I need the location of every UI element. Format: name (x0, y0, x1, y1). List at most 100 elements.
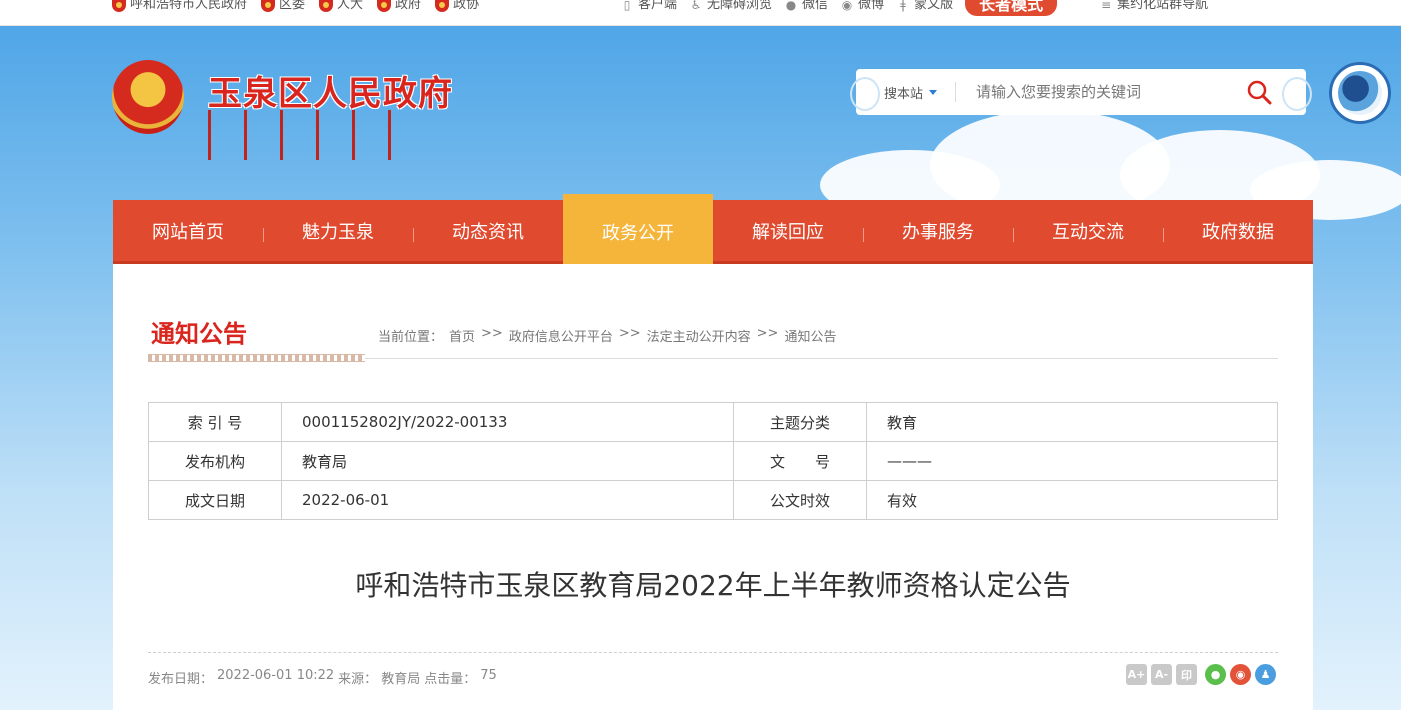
meta-key: 文 号 (733, 441, 867, 481)
top-link-label: 区委 (279, 0, 306, 12)
breadcrumb-notices[interactable]: 通知公告 (784, 326, 836, 345)
emblem-icon (112, 0, 126, 12)
breadcrumb-home[interactable]: 首页 (449, 326, 475, 345)
breadcrumb-statutory[interactable]: 法定主动公开内容 (647, 326, 751, 345)
top-link-party[interactable]: 区委 (261, 0, 305, 14)
section-title-border (148, 354, 365, 362)
main-content: 通知公告 当前位置： 首页 >> 政府信息公开平台 >> 法定主动公开内容 >>… (113, 264, 1313, 710)
nav-gov-data[interactable]: 政府数据 (1163, 200, 1313, 261)
breadcrumb-underline (365, 358, 1278, 359)
article-tools: A+ A- 印 ● ◉ ♟ (1126, 664, 1276, 685)
section-title: 通知公告 (151, 319, 247, 348)
breadcrumb-label: 当前位置： (378, 330, 444, 345)
top-link-city[interactable]: 呼和浩特市人民政府 (112, 0, 247, 14)
share-wechat-icon[interactable]: ● (1205, 664, 1226, 685)
document-meta-table: 索 引 号 0001152802JY/2022-00133 主题分类 教育 发布… (148, 402, 1278, 520)
mongolian-site-title (208, 110, 394, 160)
client-link[interactable]: ▯ 客户端 (620, 0, 677, 12)
search-input[interactable] (976, 83, 1227, 101)
mongolian-label: 蒙文版 (914, 0, 954, 12)
top-right-links: ▯ 客户端 ♿ 无障碍浏览 ● 微信 ◉ 微博 ǂ 蒙文版 长者模式 ≡ 集约化… (620, 0, 1208, 16)
share-weibo-icon[interactable]: ◉ (1230, 664, 1251, 685)
font-increase-button[interactable]: A+ (1126, 664, 1147, 685)
main-nav: 网站首页 魅力玉泉 动态资讯 政务公开 解读回应 办事服务 互动交流 政府数据 (113, 194, 1313, 264)
breadcrumb-info-platform[interactable]: 政府信息公开平台 (509, 326, 613, 345)
top-left-links: 呼和浩特市人民政府 区委 人大 政府 政协 (112, 0, 479, 14)
meta-value: 教育局 (281, 441, 734, 481)
weibo-label: 微博 (858, 0, 885, 12)
meta-key: 索 引 号 (148, 402, 282, 442)
table-row: 索 引 号 0001152802JY/2022-00133 主题分类 教育 (148, 402, 1278, 442)
publish-date-label: 发布日期： (148, 672, 214, 687)
emblem-icon (319, 0, 334, 12)
nav-services[interactable]: 办事服务 (863, 200, 1013, 261)
top-link-label: 呼和浩特市人民政府 (130, 0, 248, 12)
publish-date: 2022-06-01 10:22 (217, 668, 335, 683)
search-scope-label: 搜本站 (884, 86, 924, 102)
nav-news[interactable]: 动态资讯 (413, 200, 563, 261)
phone-icon: ▯ (623, 0, 631, 12)
share-qq-icon[interactable]: ♟ (1255, 664, 1276, 685)
emblem-icon (435, 0, 450, 12)
breadcrumb-separator: >> (756, 326, 779, 341)
top-link-npc[interactable]: 人大 (319, 0, 363, 14)
meta-value: 教育 (866, 402, 1278, 442)
search-box: 搜本站 (850, 69, 1312, 115)
breadcrumb-separator: >> (481, 326, 503, 341)
meta-key: 主题分类 (733, 402, 867, 442)
meta-key: 成文日期 (148, 480, 282, 520)
top-link-government[interactable]: 政府 (377, 0, 421, 14)
meta-value: 2022-06-01 (281, 480, 734, 520)
elder-mode-button[interactable]: 长者模式 (965, 0, 1058, 16)
site-nav-label: 集约化站群导航 (1117, 0, 1209, 12)
client-label: 客户端 (638, 0, 678, 12)
national-emblem-logo (112, 60, 184, 134)
accessible-link[interactable]: ♿ 无障碍浏览 (689, 0, 772, 12)
district-logo (1329, 62, 1391, 124)
accessibility-icon: ♿ (690, 0, 702, 12)
nav-interaction[interactable]: 互动交流 (1013, 200, 1163, 261)
nav-charm-yuquan[interactable]: 魅力玉泉 (263, 200, 413, 261)
party-emblem-icon (261, 0, 276, 12)
meta-value: 0001152802JY/2022-00133 (281, 402, 734, 442)
article-info: 发布日期： 2022-06-01 10:22 来源： 教育局 点击量： 75 (148, 668, 497, 687)
nav-interpretation[interactable]: 解读回应 (713, 200, 863, 261)
meta-value: ——— (866, 441, 1278, 481)
font-decrease-button[interactable]: A- (1151, 664, 1172, 685)
top-link-label: 政府 (395, 0, 422, 12)
divider (148, 652, 1278, 653)
meta-key: 发布机构 (148, 441, 282, 481)
search-icon[interactable] (1246, 79, 1272, 105)
meta-value: 有效 (866, 480, 1278, 520)
weibo-icon: ◉ (841, 0, 853, 12)
top-link-label: 政协 (453, 0, 480, 12)
source-label: 来源： (338, 672, 378, 687)
site-title[interactable]: 玉泉区人民政府 (208, 66, 453, 115)
breadcrumb: 当前位置： 首页 >> 政府信息公开平台 >> 法定主动公开内容 >> 通知公告 (378, 326, 836, 345)
search-divider (955, 82, 957, 102)
table-row: 发布机构 教育局 文 号 ——— (148, 441, 1278, 481)
wechat-label: 微信 (802, 0, 829, 12)
caret-down-icon (929, 89, 938, 95)
menu-icon: ≡ (1101, 0, 1112, 12)
source-value: 教育局 (381, 672, 421, 687)
weibo-link[interactable]: ◉ 微博 (840, 0, 884, 12)
top-link-label: 人大 (337, 0, 364, 12)
emblem-icon (377, 0, 392, 12)
wechat-link[interactable]: ● 微信 (784, 0, 828, 12)
mongolian-link[interactable]: ǂ 蒙文版 (896, 0, 953, 12)
accessible-label: 无障碍浏览 (707, 0, 773, 12)
clicks-label: 点击量： (424, 672, 477, 687)
clicks-value: 75 (480, 668, 497, 683)
top-link-cppcc[interactable]: 政协 (435, 0, 479, 14)
site-nav-link[interactable]: ≡ 集约化站群导航 (1099, 0, 1208, 12)
mongolian-script-icon: ǂ (900, 0, 906, 12)
meta-key: 公文时效 (733, 480, 867, 520)
nav-home[interactable]: 网站首页 (113, 200, 263, 261)
search-scope-select[interactable]: 搜本站 (884, 83, 938, 102)
wechat-icon: ● (785, 0, 797, 12)
top-bar: 呼和浩特市人民政府 区委 人大 政府 政协 ▯ 客户端 ♿ 无障碍浏览 ● 微信… (0, 0, 1401, 26)
article-title: 呼和浩特市玉泉区教育局2022年上半年教师资格认定公告 (355, 569, 1071, 602)
print-button[interactable]: 印 (1176, 664, 1197, 685)
nav-gov-affairs[interactable]: 政务公开 (563, 194, 713, 264)
